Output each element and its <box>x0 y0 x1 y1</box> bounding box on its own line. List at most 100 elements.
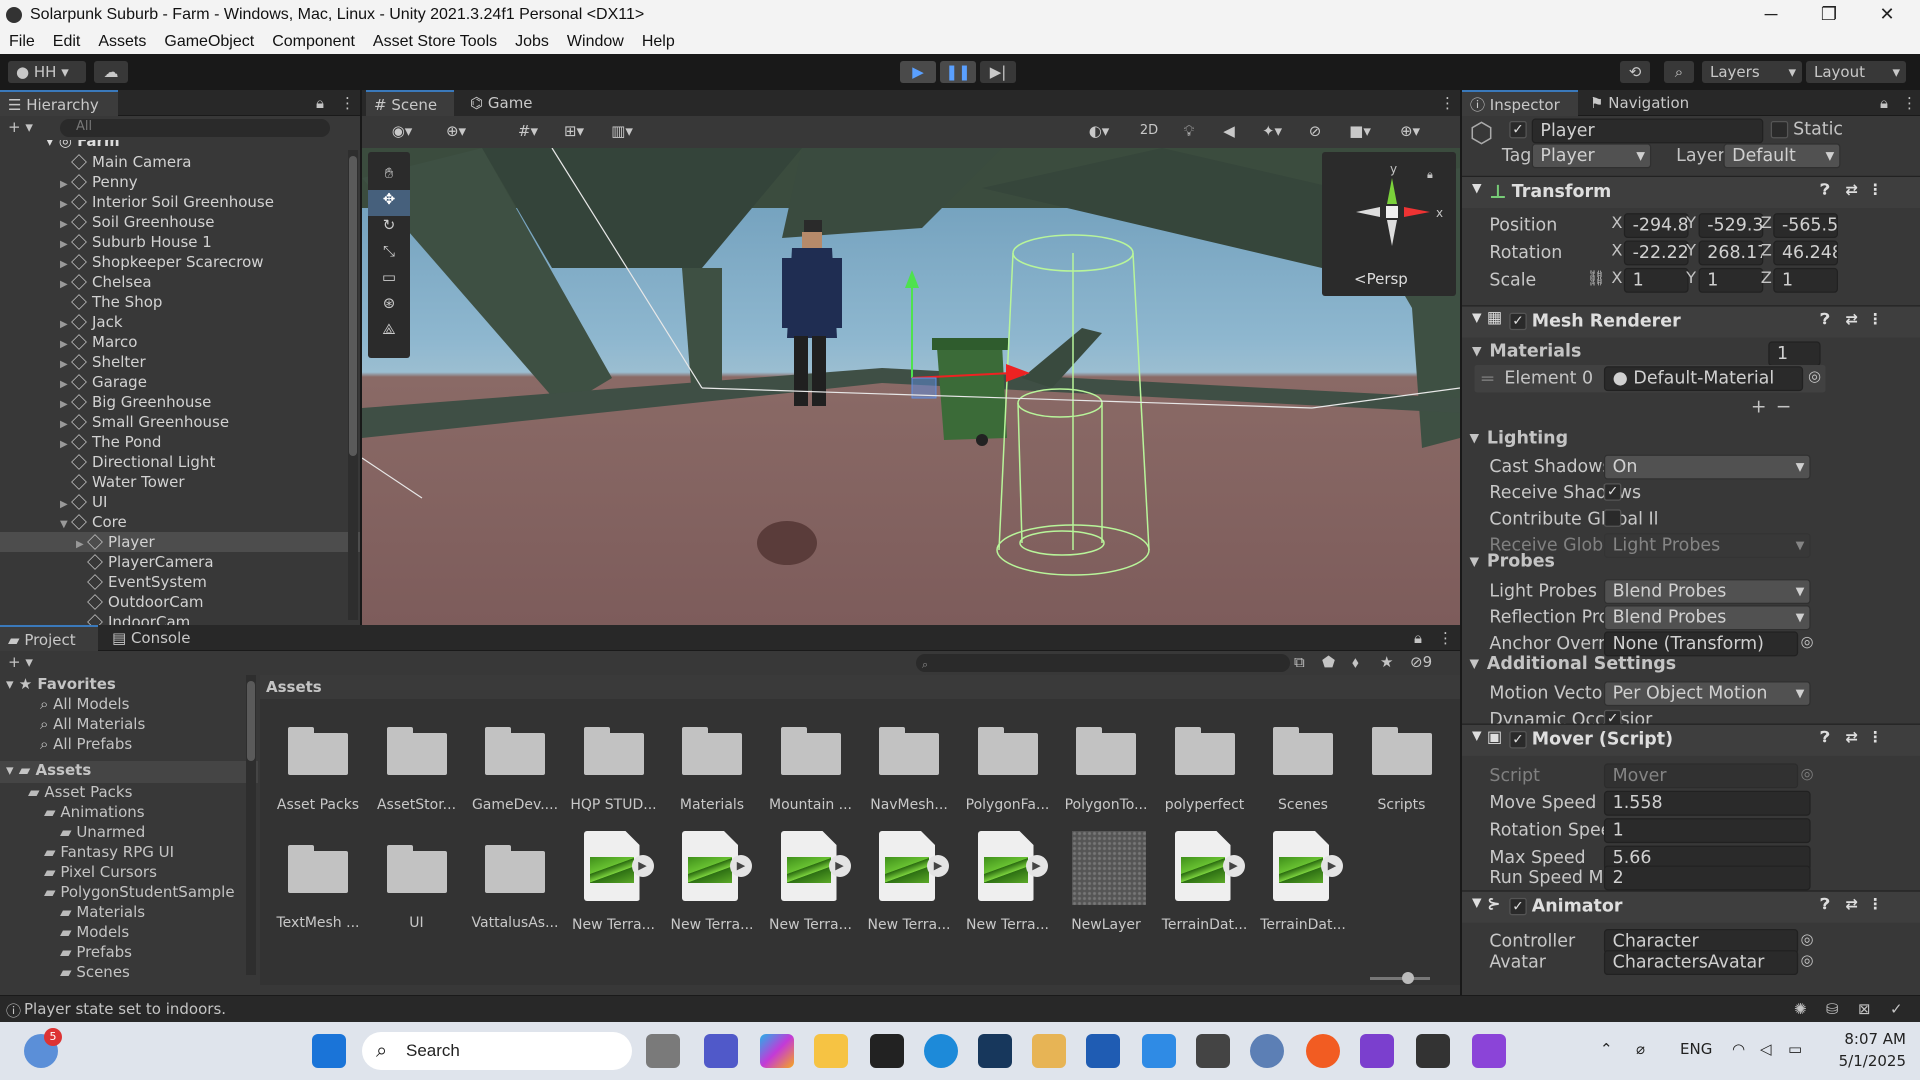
folder-icon[interactable] <box>288 841 348 893</box>
zoom-slider[interactable] <box>1370 972 1430 984</box>
material-object-field[interactable]: ● Default-Material <box>1603 366 1804 392</box>
unity-hub-icon[interactable] <box>870 1034 904 1068</box>
shading-mode-icon[interactable]: ◐▾ <box>1074 120 1124 142</box>
play-arrow-icon[interactable]: ▶ <box>828 855 851 877</box>
static-checkbox[interactable] <box>1770 120 1789 139</box>
hierarchy-scrollbar[interactable] <box>348 150 358 620</box>
move-tool-icon[interactable]: ✥ <box>368 190 410 216</box>
scene-menu-icon[interactable]: ⋮ <box>1440 94 1455 112</box>
visual-studio-icon[interactable] <box>1360 1034 1394 1068</box>
menu-edit[interactable]: Edit <box>44 33 90 51</box>
volume-icon[interactable]: ◁ <box>1760 1040 1772 1058</box>
hidden-packages-icon[interactable]: ⊘9 <box>1410 653 1432 671</box>
increment-snap-icon[interactable]: ⊞▾ <box>554 120 594 142</box>
help-icon[interactable]: ❓︎ <box>1821 895 1830 914</box>
scale-tool-icon[interactable]: ⤡ <box>368 242 410 268</box>
hierarchy-item[interactable]: ▶ Soil Greenhouse <box>0 212 360 232</box>
drag-handle-icon[interactable]: ═ <box>1482 367 1493 389</box>
tag-dropdown[interactable]: Player ▾ <box>1531 143 1652 169</box>
folder-icon[interactable] <box>682 723 742 775</box>
preset-icon[interactable]: ⇄ <box>1845 310 1858 327</box>
folder-icon[interactable] <box>1371 723 1432 775</box>
inspector-lock-icon[interactable]: 🔒︎ <box>1880 94 1888 112</box>
account-dropdown[interactable]: ● HH ▾ <box>8 61 86 83</box>
assets-root-node[interactable]: ▾ ▰ Assets <box>0 761 258 783</box>
component-menu-icon[interactable]: ⋮ <box>1868 895 1883 912</box>
play-arrow-icon[interactable]: ▶ <box>1222 855 1245 877</box>
project-tree-item[interactable]: ▰ Scenes <box>0 963 258 983</box>
scale-z-field[interactable]: 1 <box>1773 267 1838 293</box>
object-picker-icon[interactable]: ◎ <box>1801 930 1814 947</box>
hierarchy-item[interactable]: ▶ Small Greenhouse <box>0 412 360 432</box>
hierarchy-item[interactable]: OutdoorCam <box>0 592 360 612</box>
project-lock-icon[interactable]: 🔒︎ <box>1414 629 1422 647</box>
rotation-y-field[interactable]: 268.173 <box>1698 240 1764 266</box>
hierarchy-item[interactable]: ▶ Suburb House 1 <box>0 232 360 252</box>
project-tree-item[interactable]: ▰ Animations <box>0 803 258 823</box>
app-icon[interactable] <box>1032 1034 1066 1068</box>
help-icon[interactable]: ❓︎ <box>1821 181 1830 200</box>
orientation-gizmo[interactable]: y x 🔒︎ <Persp <box>1322 152 1456 296</box>
network-icon[interactable]: ⊠ <box>1858 1000 1871 1018</box>
gizmos-toggle-icon[interactable]: ⊕▾ <box>1388 120 1432 142</box>
project-tree-item[interactable]: ▰ PolygonStudentSample <box>0 883 258 903</box>
custom-tool-icon[interactable]: ⟁ <box>368 320 410 346</box>
restore-button[interactable]: ❐ <box>1800 0 1858 30</box>
receive-shadows-checkbox[interactable]: ✓ <box>1603 483 1622 501</box>
favorite-item[interactable]: ⌕ All Materials <box>0 715 258 735</box>
camera-settings-icon[interactable]: ■▾ <box>1338 120 1382 142</box>
help-icon[interactable]: ❓︎ <box>1821 310 1830 329</box>
inspector-menu-icon[interactable]: ⋮ <box>1902 94 1917 112</box>
hierarchy-item[interactable]: ▶ Shopkeeper Scarecrow <box>0 252 360 272</box>
folder-icon[interactable] <box>780 723 841 775</box>
mesh-renderer-enabled-checkbox[interactable]: ✓ <box>1509 312 1527 331</box>
layer-dropdown[interactable]: Default ▾ <box>1723 143 1841 169</box>
preset-icon[interactable]: ⇄ <box>1845 181 1858 198</box>
search-by-label-icon[interactable]: ⬟ <box>1322 653 1335 671</box>
step-button[interactable]: ▶| <box>980 61 1016 83</box>
ruler-icon[interactable]: ▥▾ <box>602 120 642 142</box>
project-tree-item[interactable]: ▰ Pixel Cursors <box>0 863 258 883</box>
layout-dropdown[interactable]: Layout ▾ <box>1806 61 1906 83</box>
hierarchy-item[interactable]: The Shop <box>0 292 360 312</box>
hand-tool-icon[interactable]: ✋︎ <box>368 164 410 190</box>
lighting-toggle-icon[interactable]: 💡︎ <box>1172 120 1206 142</box>
tab-scene[interactable]: # Scene <box>366 90 454 116</box>
hidden-objects-icon[interactable]: ⊘ <box>1298 120 1332 142</box>
copilot-icon[interactable] <box>760 1034 794 1068</box>
folder-icon[interactable] <box>1273 723 1333 775</box>
project-tree-item[interactable]: ▰ Materials <box>0 903 258 923</box>
menu-help[interactable]: Help <box>633 33 684 51</box>
hierarchy-item[interactable]: ▶ Big Greenhouse <box>0 392 360 412</box>
project-tree-item[interactable]: ▰ Fantasy RPG UI <box>0 843 258 863</box>
firefox-icon[interactable] <box>1306 1034 1340 1068</box>
hierarchy-item[interactable]: ▶ The Pond <box>0 432 360 452</box>
cloud-icon[interactable]: ☁ <box>94 61 128 83</box>
steam-icon[interactable] <box>978 1034 1012 1068</box>
tab-hierarchy[interactable]: ☰ Hierarchy <box>0 90 118 116</box>
rotate-tool-icon[interactable]: ↻ <box>368 216 410 242</box>
transform-tool-icon[interactable]: ⊛ <box>368 294 410 320</box>
grid-snap-icon[interactable]: #▾ <box>508 120 548 142</box>
receive-gi-dropdown[interactable]: Light Probes ▾ <box>1603 533 1811 558</box>
hierarchy-item[interactable]: Main Camera <box>0 152 360 172</box>
folder-icon[interactable] <box>1174 723 1235 775</box>
rect-tool-icon[interactable]: ▭ <box>368 268 410 294</box>
language-indicator[interactable]: ENG <box>1680 1040 1712 1058</box>
rotation-speed-field[interactable]: 1 <box>1603 818 1811 844</box>
folder-icon[interactable] <box>485 723 545 775</box>
mover-script-header[interactable]: ▼ ▣ ✓ Mover (Script) ❓︎ ⇄ ⋮ <box>1462 723 1920 756</box>
animator-header[interactable]: ▼ ⊱ ✓ Animator ❓︎ ⇄ ⋮ <box>1462 890 1920 923</box>
component-menu-icon[interactable]: ⋮ <box>1868 729 1883 746</box>
preset-icon[interactable]: ⇄ <box>1845 895 1858 912</box>
global-toggle-icon[interactable]: ⊕▾ <box>436 120 476 142</box>
search-icon[interactable]: ⌕ <box>1664 61 1694 83</box>
object-picker-icon[interactable]: ◎ <box>1801 633 1814 650</box>
hierarchy-item[interactable]: PlayerCamera <box>0 552 360 572</box>
play-arrow-icon[interactable]: ▶ <box>631 855 654 877</box>
hierarchy-item[interactable]: ▶ Garage <box>0 372 360 392</box>
project-tree-item[interactable]: ▰ Unarmed <box>0 823 258 843</box>
zoom-slider-thumb[interactable] <box>1402 972 1414 984</box>
create-asset-icon[interactable]: + ▾ <box>8 653 33 671</box>
favorites-node[interactable]: ▾ ★ Favorites <box>0 675 258 695</box>
